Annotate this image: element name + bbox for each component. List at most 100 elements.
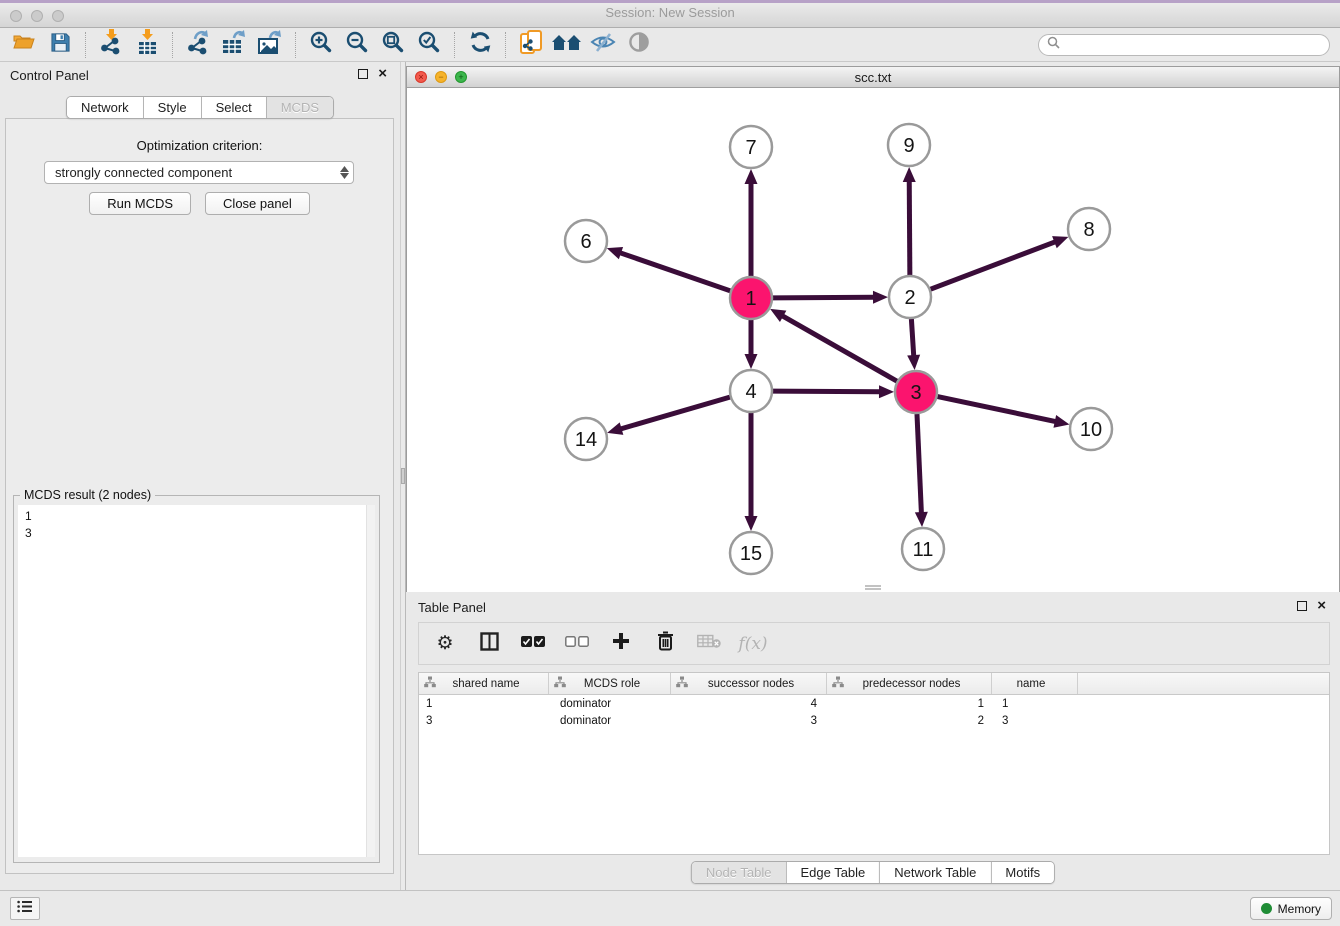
zoom-fit-button[interactable] [375, 30, 411, 60]
column-type-icon [676, 676, 688, 691]
toolbar-separator [454, 32, 455, 58]
add-column-button[interactable] [607, 630, 635, 658]
edge-1-7[interactable] [745, 169, 758, 276]
tab-edge-table[interactable]: Edge Table [785, 862, 879, 883]
table-row[interactable]: 1 dominator 4 1 1 [419, 695, 1329, 712]
graph-node-2[interactable]: 2 [889, 276, 931, 318]
node-label: 15 [740, 543, 762, 565]
edge-2-9[interactable] [903, 167, 916, 275]
memory-button[interactable]: Memory [1250, 897, 1332, 920]
edge-3-11[interactable] [915, 414, 928, 527]
graph-node-4[interactable]: 4 [730, 370, 772, 412]
node-label: 6 [580, 231, 591, 253]
import-network-button[interactable] [93, 30, 129, 60]
zoom-selected-button[interactable] [411, 30, 447, 60]
mcds-result-textarea[interactable]: 1 3 [18, 505, 375, 857]
eye-slash-icon [590, 32, 616, 58]
contrast-eye-icon [628, 31, 650, 58]
tab-network-table[interactable]: Network Table [879, 862, 990, 883]
graph-node-7[interactable]: 7 [730, 126, 772, 168]
zoom-out-button[interactable] [339, 30, 375, 60]
select-all-columns-button[interactable] [519, 630, 547, 658]
search-input[interactable] [1065, 38, 1321, 52]
tab-select[interactable]: Select [201, 97, 266, 118]
edge-1-6[interactable] [607, 247, 730, 291]
open-session-button[interactable] [6, 30, 42, 60]
column-header-mcds-role[interactable]: MCDS role [549, 673, 671, 694]
node-label: 7 [745, 137, 756, 159]
network-canvas[interactable]: 7 9 6 8 1 2 4 3 14 10 15 11 [407, 89, 1339, 592]
optimization-criterion-select[interactable]: strongly connected component [44, 161, 354, 184]
result-scrollbar[interactable] [366, 505, 375, 857]
delete-column-button[interactable] [651, 630, 679, 658]
column-header-shared-name[interactable]: shared name [419, 673, 549, 694]
table-row[interactable]: 3 dominator 3 2 3 [419, 712, 1329, 729]
graph-node-9[interactable]: 9 [888, 124, 930, 166]
edge-2-8[interactable] [931, 236, 1069, 289]
edge-4-3[interactable] [773, 385, 894, 398]
export-table-button[interactable] [216, 30, 252, 60]
import-table-button[interactable] [129, 30, 165, 60]
save-session-button[interactable] [42, 30, 78, 60]
cell-predecessor-nodes: 2 [827, 715, 992, 727]
zoom-fit-icon [381, 30, 405, 59]
graph-node-3[interactable]: 3 [895, 371, 937, 413]
edge-3-1[interactable] [770, 309, 897, 381]
hide-details-button[interactable] [585, 30, 621, 60]
graph-node-14[interactable]: 14 [565, 418, 607, 460]
unselect-all-columns-button[interactable] [563, 630, 591, 658]
show-task-history-button[interactable] [10, 897, 40, 920]
double-home-icon [551, 32, 583, 57]
graph-node-15[interactable]: 15 [730, 532, 772, 574]
table-toolbar: ⚙ [418, 622, 1330, 665]
network-window-titlebar[interactable]: × − + scc.txt [407, 67, 1339, 88]
main-titlebar: Session: New Session [0, 0, 1340, 28]
tab-network[interactable]: Network [67, 97, 143, 118]
first-neighbors-button[interactable] [549, 30, 585, 60]
edge-4-15[interactable] [745, 413, 758, 531]
clone-network-icon [519, 29, 543, 61]
split-panel-button[interactable] [475, 630, 503, 658]
edge-4-14[interactable] [607, 397, 730, 435]
export-image-button[interactable] [252, 30, 288, 60]
close-panel-icon[interactable]: × [378, 69, 387, 79]
float-panel-icon[interactable] [358, 69, 368, 79]
window-resize-handle[interactable] [865, 585, 881, 590]
edge-3-10[interactable] [938, 397, 1070, 428]
tab-motifs[interactable]: Motifs [990, 862, 1054, 883]
zoom-in-button[interactable] [303, 30, 339, 60]
graph-node-8[interactable]: 8 [1068, 208, 1110, 250]
tab-node-table[interactable]: Node Table [692, 862, 786, 883]
tab-mcds[interactable]: MCDS [266, 97, 333, 118]
splitter-handle[interactable] [401, 468, 405, 484]
column-settings-button[interactable]: ⚙ [431, 630, 459, 658]
run-mcds-button[interactable]: Run MCDS [89, 192, 191, 215]
float-table-panel-icon[interactable] [1297, 601, 1307, 611]
search-field[interactable] [1038, 34, 1330, 56]
column-header-name[interactable]: name [992, 673, 1078, 694]
close-panel-button[interactable]: Close panel [205, 192, 310, 215]
graph-node-6[interactable]: 6 [565, 220, 607, 262]
memory-status-icon [1261, 903, 1272, 914]
cell-name: 1 [992, 698, 1078, 710]
graph-node-10[interactable]: 10 [1070, 408, 1112, 450]
export-network-button[interactable] [180, 30, 216, 60]
clone-network-button[interactable] [513, 30, 549, 60]
toolbar-separator [172, 32, 173, 58]
toolbar-separator [295, 32, 296, 58]
status-bar: Memory [0, 890, 1340, 926]
edge-1-4[interactable] [745, 320, 758, 369]
checked-boxes-icon [521, 635, 545, 653]
edge-1-2[interactable] [773, 291, 888, 304]
edge-2-3[interactable] [907, 319, 920, 370]
close-table-panel-icon[interactable]: × [1317, 601, 1326, 611]
graph-node-11[interactable]: 11 [902, 528, 944, 570]
tab-style[interactable]: Style [143, 97, 201, 118]
show-graphics-details-button[interactable] [621, 30, 657, 60]
column-header-predecessor-nodes[interactable]: predecessor nodes [827, 673, 992, 694]
graph-node-1[interactable]: 1 [730, 277, 772, 319]
column-header-successor-nodes[interactable]: successor nodes [671, 673, 827, 694]
refresh-network-button[interactable] [462, 30, 498, 60]
split-panel-icon [480, 632, 499, 656]
refresh-icon [468, 30, 493, 59]
